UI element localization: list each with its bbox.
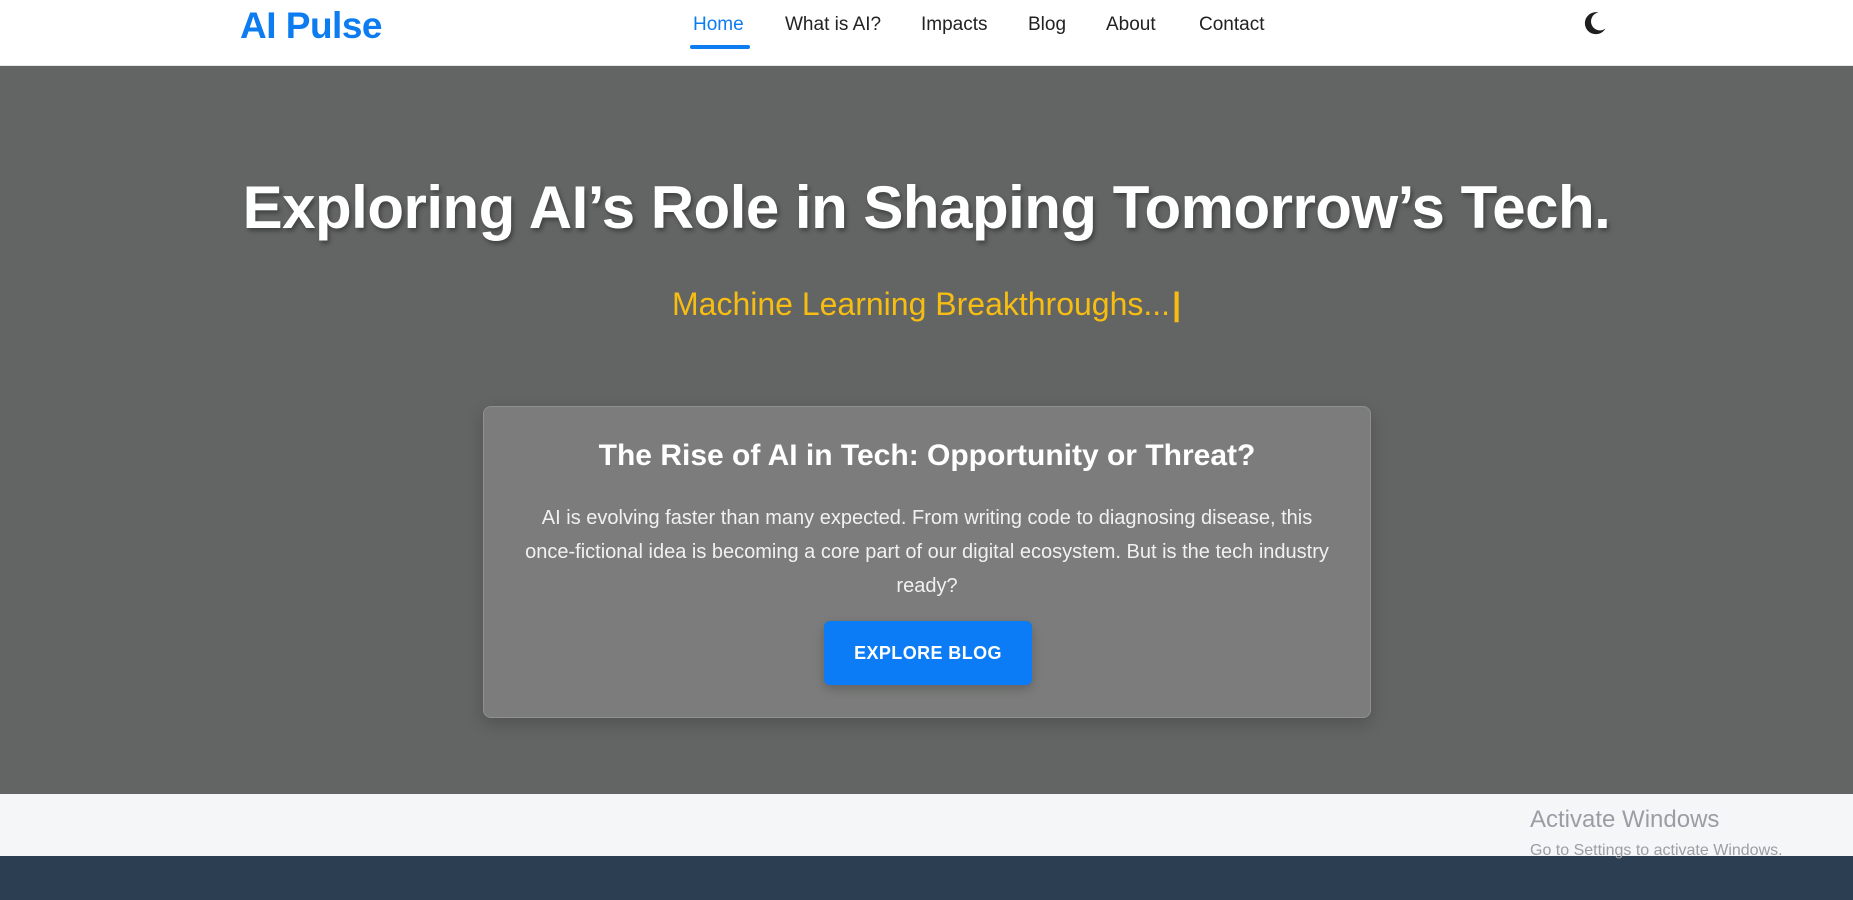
active-tab-indicator — [690, 45, 750, 49]
explore-blog-button[interactable]: EXPLORE BLOG — [824, 621, 1032, 685]
brand-logo[interactable]: AI Pulse — [240, 2, 383, 50]
feature-card: The Rise of AI in Tech: Opportunity or T… — [483, 406, 1371, 718]
nav-contact[interactable]: Contact — [1199, 12, 1264, 52]
hero-title: Exploring AI’s Role in Shaping Tomorrow’… — [242, 174, 1611, 241]
section-divider — [0, 794, 1853, 856]
nav-blog[interactable]: Blog — [1028, 12, 1066, 52]
footer — [0, 856, 1853, 900]
nav-impacts[interactable]: Impacts — [921, 12, 988, 52]
nav-what-is-ai[interactable]: What is AI? — [785, 12, 881, 52]
theme-toggle-button[interactable] — [1580, 8, 1610, 38]
nav-about[interactable]: About — [1106, 12, 1156, 52]
typing-text: Machine Learning Breakthroughs... — [671, 286, 1171, 322]
typing-caret: | — [1172, 286, 1182, 322]
card-title: The Rise of AI in Tech: Opportunity or T… — [598, 439, 1256, 472]
hero-section: Exploring AI’s Role in Shaping Tomorrow’… — [0, 66, 1853, 794]
moon-icon — [1584, 12, 1606, 35]
navbar: AI Pulse Home What is AI? Impacts Blog A… — [0, 0, 1853, 66]
typing-text-line: Machine Learning Breakthroughs...| — [0, 282, 1853, 326]
card-text: AI is evolving faster than many expected… — [525, 507, 1329, 597]
